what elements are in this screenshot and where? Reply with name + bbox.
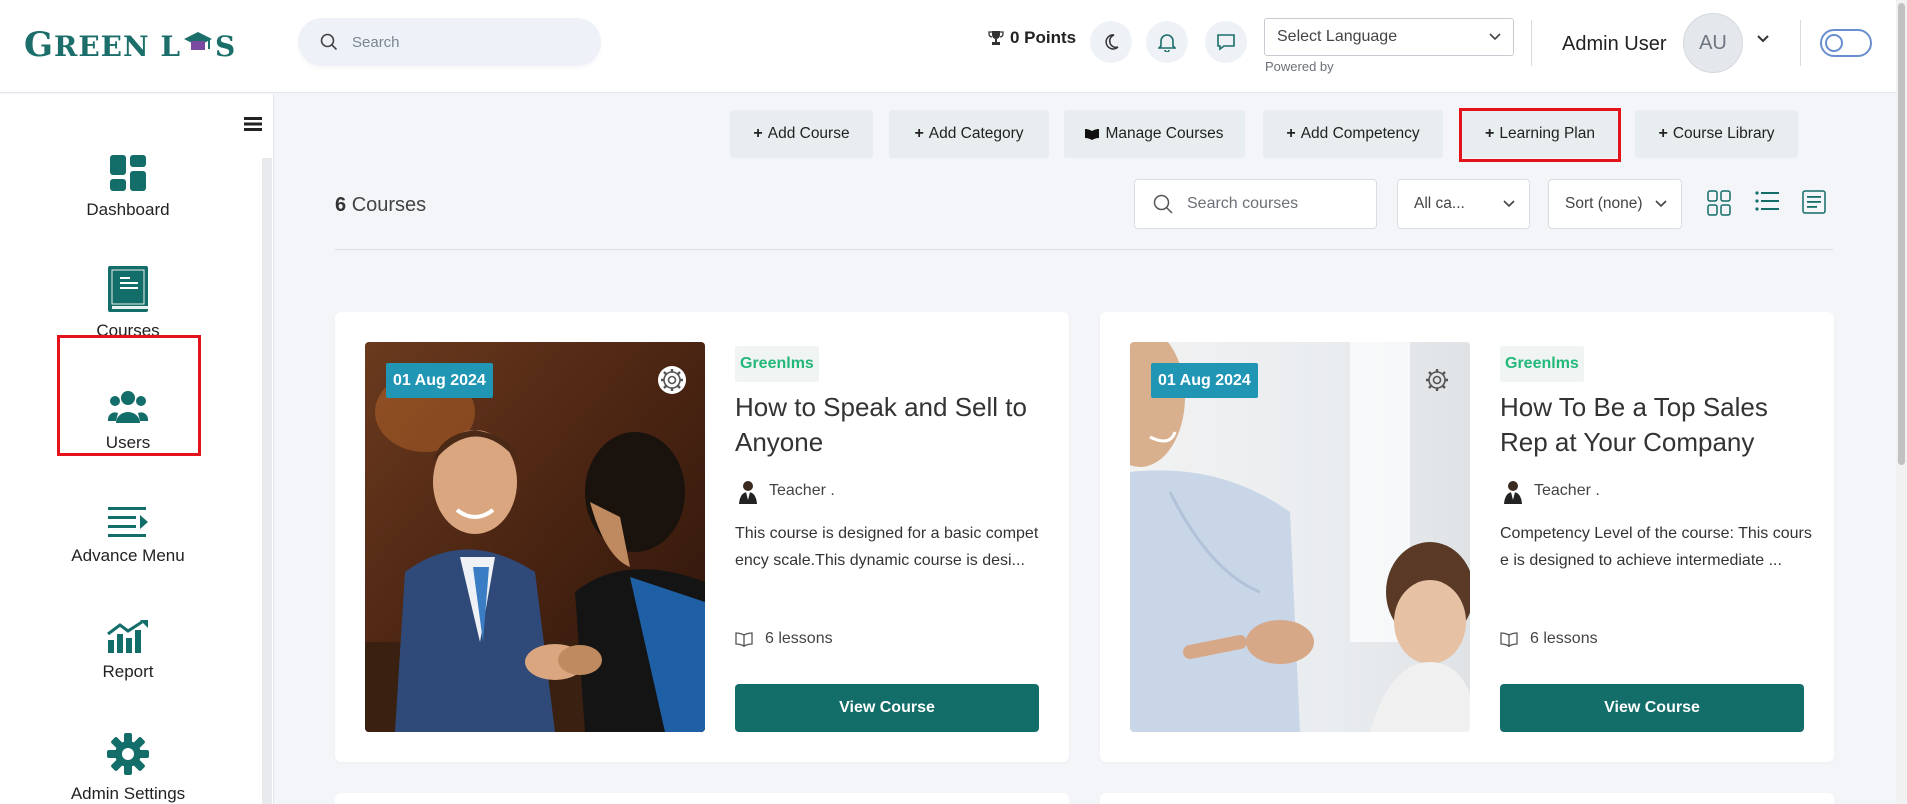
dashboard-icon xyxy=(110,155,146,191)
course-card: 01 Aug 2024 Greenlms How to Speak and Se… xyxy=(335,312,1069,762)
users-icon xyxy=(108,391,148,423)
add-category-button[interactable]: + Add Category xyxy=(889,110,1049,158)
logo[interactable]: GREEN LS xyxy=(24,22,236,68)
course-search[interactable] xyxy=(1134,179,1377,229)
settings-gear-icon[interactable] xyxy=(1422,365,1452,395)
moon-icon xyxy=(1105,34,1119,50)
top-header: GREEN LS 0 Points Select Language Powere… xyxy=(0,0,1907,93)
plus-icon: + xyxy=(1286,125,1296,142)
messages-button[interactable] xyxy=(1205,21,1247,63)
dark-mode-button[interactable] xyxy=(1090,21,1132,63)
main-content: + Add Course + Add Category Manage Courses… xyxy=(275,94,1895,804)
sidebar-item-users[interactable]: Users xyxy=(58,389,198,453)
open-book-icon xyxy=(735,632,753,647)
course-description: Competency Level of the course: This cou… xyxy=(1500,525,1812,569)
course-thumbnail[interactable]: 01 Aug 2024 xyxy=(365,342,705,732)
user-menu-chevron-icon[interactable] xyxy=(1756,34,1770,44)
open-book-icon xyxy=(1500,632,1518,647)
header-divider xyxy=(1800,20,1801,66)
date-badge: 01 Aug 2024 xyxy=(1151,363,1258,398)
points-display[interactable]: 0 Points xyxy=(988,28,1076,48)
course-card xyxy=(1100,793,1834,804)
global-search[interactable] xyxy=(298,18,601,66)
list-view-icon[interactable] xyxy=(1755,190,1779,212)
detail-view-icon[interactable] xyxy=(1802,190,1826,214)
settings-gear-icon[interactable] xyxy=(657,365,687,395)
course-title[interactable]: How to Speak and Sell to Anyone xyxy=(735,390,1045,460)
book-icon xyxy=(108,266,148,312)
sales-rep-photo xyxy=(1130,342,1470,732)
view-course-button[interactable]: View Course xyxy=(1500,684,1804,732)
course-library-button[interactable]: + Course Library xyxy=(1635,110,1798,158)
add-competency-button[interactable]: + Add Competency xyxy=(1263,110,1443,158)
add-course-button[interactable]: + Add Course xyxy=(730,110,873,158)
graduation-cap-icon xyxy=(184,32,213,50)
grid-view-icon[interactable] xyxy=(1707,190,1731,216)
course-count: 6 Courses xyxy=(335,194,427,216)
learning-plan-highlight xyxy=(1459,108,1621,162)
category-tag[interactable]: Greenlms xyxy=(735,346,819,382)
sidebar-item-admin-settings[interactable]: Admin Settings xyxy=(58,732,198,804)
sidebar-item-report[interactable]: Report xyxy=(58,620,198,682)
plus-icon: + xyxy=(914,125,924,142)
plus-icon: + xyxy=(1658,125,1668,142)
header-divider xyxy=(1531,20,1532,66)
open-book-icon xyxy=(1085,129,1100,140)
course-description: This course is designed for a basic comp… xyxy=(735,525,1039,569)
sidebar-scrollbar[interactable] xyxy=(262,158,272,804)
sidebar-item-dashboard[interactable]: Dashboard xyxy=(58,154,198,220)
language-select[interactable]: Select Language xyxy=(1264,18,1514,56)
scrollbar-thumb[interactable] xyxy=(1898,3,1905,465)
lesson-count: 6 lessons xyxy=(735,630,833,648)
course-card: 01 Aug 2024 Greenlms How To Be a Top Sal… xyxy=(1100,312,1834,762)
chevron-down-icon xyxy=(1655,200,1667,208)
avatar[interactable]: AU xyxy=(1683,13,1743,73)
page-scrollbar[interactable] xyxy=(1896,0,1907,804)
chevron-down-icon xyxy=(1489,33,1501,41)
date-badge: 01 Aug 2024 xyxy=(386,363,493,398)
sidebar-item-advance-menu[interactable]: Advance Menu xyxy=(58,506,198,566)
search-icon xyxy=(1153,194,1173,214)
search-icon xyxy=(320,33,338,51)
course-thumbnail[interactable]: 01 Aug 2024 xyxy=(1130,342,1470,732)
notifications-button[interactable] xyxy=(1146,21,1188,63)
toolbar-divider xyxy=(335,249,1833,250)
sidebar-item-courses[interactable]: Courses xyxy=(58,265,198,341)
teacher-info[interactable]: Teacher . xyxy=(735,478,835,504)
lesson-count: 6 lessons xyxy=(1500,630,1598,648)
course-title[interactable]: How To Be a Top Sales Rep at Your Compan… xyxy=(1500,390,1810,460)
chart-icon xyxy=(107,620,148,653)
theme-toggle[interactable] xyxy=(1820,29,1872,57)
business-handshake-photo xyxy=(365,342,705,732)
chat-icon xyxy=(1217,34,1235,51)
hamburger-menu-icon[interactable] xyxy=(244,116,262,132)
menu-arrow-icon xyxy=(108,507,148,537)
sidebar: Dashboard Courses Users Advance Menu Rep… xyxy=(0,94,274,804)
manage-courses-button[interactable]: Manage Courses xyxy=(1064,110,1245,158)
global-search-input[interactable] xyxy=(352,33,582,51)
trophy-icon xyxy=(988,31,1004,45)
course-search-input[interactable] xyxy=(1187,195,1357,213)
teacher-avatar xyxy=(739,481,757,504)
sort-select[interactable]: Sort (none) xyxy=(1548,179,1682,229)
category-filter[interactable]: All ca... xyxy=(1397,179,1530,229)
gear-icon xyxy=(107,733,149,775)
plus-icon: + xyxy=(753,125,763,142)
user-name[interactable]: Admin User xyxy=(1562,33,1666,56)
view-course-button[interactable]: View Course xyxy=(735,684,1039,732)
teacher-info[interactable]: Teacher . xyxy=(1500,478,1600,504)
chevron-down-icon xyxy=(1503,200,1515,208)
course-card xyxy=(335,793,1069,804)
bell-icon xyxy=(1158,34,1176,52)
category-tag[interactable]: Greenlms xyxy=(1500,346,1584,382)
powered-by-label: Powered by xyxy=(1265,59,1334,74)
teacher-avatar xyxy=(1504,481,1522,504)
